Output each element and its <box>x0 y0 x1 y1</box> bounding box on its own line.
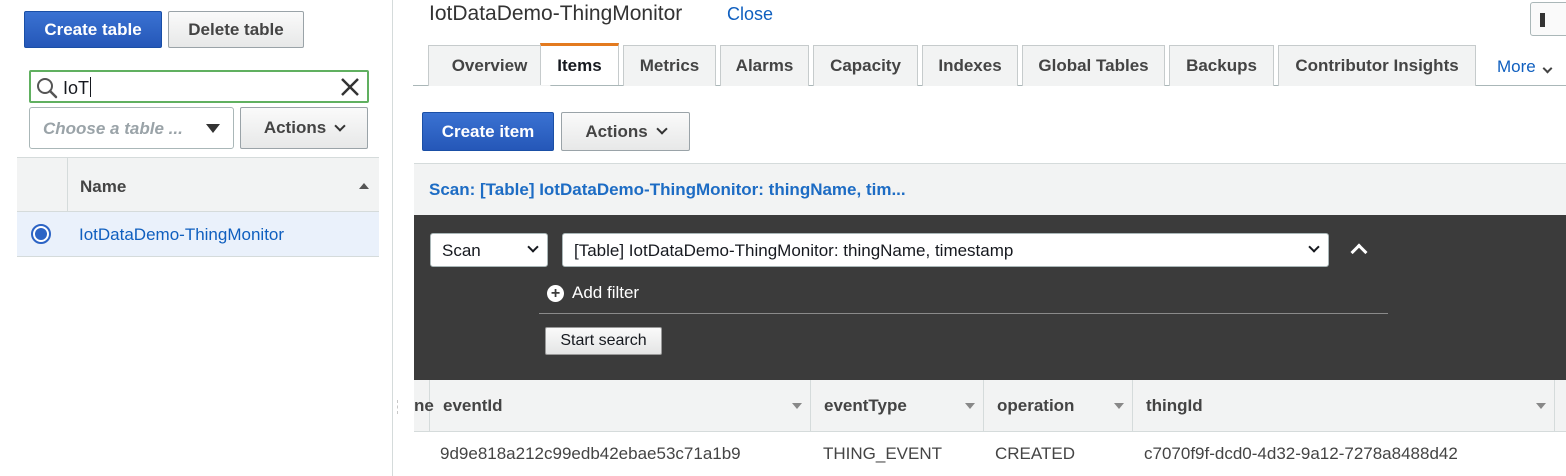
start-search-button[interactable]: Start search <box>545 327 662 355</box>
items-grid-header: ne eventId eventType operation thingId <box>414 380 1566 432</box>
drag-handle-icon[interactable] <box>397 400 398 414</box>
column-menu-icon[interactable] <box>1114 403 1124 409</box>
search-value: IoT <box>63 78 90 98</box>
chevron-down-icon <box>527 241 539 253</box>
column-header-thingid[interactable]: thingId <box>1133 380 1555 432</box>
chevron-down-icon <box>656 123 668 135</box>
table-name-link[interactable]: IotDataDemo-ThingMonitor <box>79 225 284 245</box>
scan-summary-bar[interactable]: Scan: [Table] IotDataDemo-ThingMonitor: … <box>414 163 1566 215</box>
more-tabs-menu[interactable]: More <box>1497 57 1553 77</box>
left-actions-button[interactable]: Actions <box>240 107 368 149</box>
cell-operation[interactable]: CREATED <box>995 444 1075 464</box>
tab-contributor-insights[interactable]: Contributor Insights <box>1278 45 1476 86</box>
dynamodb-console: Create table Delete table IoT Choose a t… <box>0 0 1566 476</box>
plus-circle-icon: + <box>547 284 564 302</box>
left-actions-label: Actions <box>263 118 327 137</box>
create-item-button[interactable]: Create item <box>422 112 554 151</box>
column-header-partial[interactable]: ne <box>414 380 434 432</box>
column-menu-icon[interactable] <box>792 403 802 409</box>
table-select-radio[interactable] <box>31 224 51 244</box>
column-menu-icon[interactable] <box>1536 403 1546 409</box>
chevron-down-icon <box>334 119 346 132</box>
tab-metrics[interactable]: Metrics <box>623 45 716 86</box>
scan-target-value: [Table] IotDataDemo-ThingMonitor: thingN… <box>574 241 1014 260</box>
column-header-eventid[interactable]: eventId <box>430 380 811 432</box>
tab-overview[interactable]: Overview <box>428 45 551 86</box>
items-actions-label: Actions <box>585 121 648 141</box>
tab-backups[interactable]: Backups <box>1169 45 1274 86</box>
name-column-header[interactable]: Name <box>80 177 126 197</box>
column-menu-icon[interactable] <box>965 403 975 409</box>
panel-splitter[interactable] <box>392 0 414 476</box>
chevron-down-icon <box>1542 63 1553 74</box>
clear-search-icon[interactable] <box>339 76 361 103</box>
scan-summary[interactable]: Scan: [Table] IotDataDemo-ThingMonitor: … <box>429 180 906 200</box>
items-actions-button[interactable]: Actions <box>561 112 690 151</box>
tab-indexes[interactable]: Indexes <box>922 45 1018 86</box>
table-row[interactable]: 9d9e818a212c99edb42ebae53c71a1b9 THING_E… <box>414 433 1566 476</box>
tab-alarms[interactable]: Alarms <box>720 45 809 86</box>
cell-thingid[interactable]: c7070f9f-dcd0-4d32-9a12-7278a8488d42 <box>1144 444 1458 464</box>
scan-target-select[interactable]: [Table] IotDataDemo-ThingMonitor: thingN… <box>562 233 1329 267</box>
panel-toggle-icon[interactable] <box>1530 2 1566 36</box>
cell-eventid[interactable]: 9d9e818a212c99edb42ebae53c71a1b9 <box>440 444 741 464</box>
caret-down-icon <box>206 124 220 133</box>
tables-list-header: Name <box>17 157 379 213</box>
delete-table-button[interactable]: Delete table <box>168 11 304 48</box>
column-header-operation[interactable]: operation <box>984 380 1133 432</box>
column-header-eventtype[interactable]: eventType <box>811 380 984 432</box>
scan-mode-value: Scan <box>442 241 481 260</box>
table-chooser-select[interactable]: Choose a table ... <box>29 107 234 149</box>
tab-items[interactable]: Items <box>540 43 619 85</box>
scan-mode-select[interactable]: Scan <box>430 233 548 267</box>
tab-capacity[interactable]: Capacity <box>813 45 918 86</box>
cell-eventtype[interactable]: THING_EVENT <box>823 444 942 464</box>
table-chooser-placeholder: Choose a table ... <box>43 119 183 138</box>
table-title: IotDataDemo-ThingMonitor <box>429 2 683 25</box>
tab-global-tables[interactable]: Global Tables <box>1022 45 1165 86</box>
sort-ascending-icon[interactable] <box>359 183 369 189</box>
add-filter-button[interactable]: + Add filter <box>547 283 639 303</box>
tables-panel: Create table Delete table IoT Choose a t… <box>0 0 392 476</box>
close-link[interactable]: Close <box>727 4 773 25</box>
table-row[interactable]: IotDataDemo-ThingMonitor <box>17 212 379 257</box>
table-search-input[interactable]: IoT <box>29 70 369 103</box>
create-table-button[interactable]: Create table <box>24 11 162 48</box>
table-tabs: Overview Items Metrics Alarms Capacity I… <box>413 43 1566 86</box>
chevron-down-icon <box>1308 241 1320 253</box>
more-label: More <box>1497 57 1536 76</box>
add-filter-label: Add filter <box>572 283 640 302</box>
tables-list: Name IotDataDemo-ThingMonitor <box>17 157 379 257</box>
search-icon <box>36 77 58 104</box>
